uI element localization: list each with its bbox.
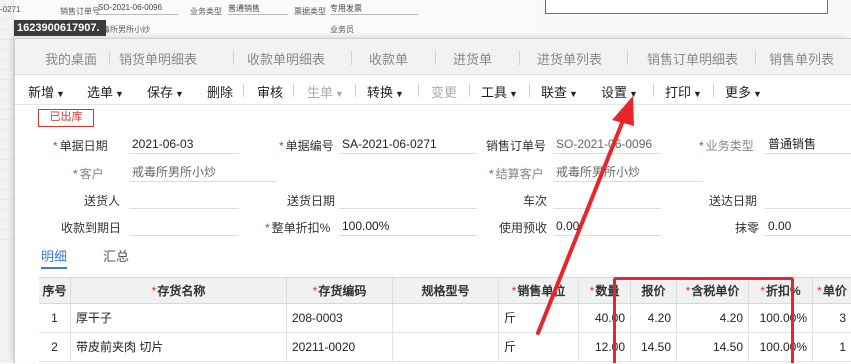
chevron-down-icon: ▼ (753, 89, 762, 99)
vehicle-no-label: 车次 (523, 194, 548, 208)
doc-date-field[interactable]: 2021-06-03 (129, 136, 239, 154)
more-button[interactable]: 更多 ▼ (725, 82, 762, 101)
biz-type-field[interactable]: 普通销售 (765, 136, 851, 154)
chevron-down-icon: ▼ (395, 89, 404, 99)
tools-button[interactable]: 工具 ▼ (481, 82, 518, 101)
discount-field[interactable]: 100.00% (339, 218, 477, 236)
background-invoice-type-label: 票据类型 (294, 7, 326, 16)
delete-button[interactable]: 删除 (207, 82, 233, 101)
page-tabs: 我的桌面 销货单明细表 收款单明细表 收款单 进货单 进货单列表 销售订单明细表… (15, 39, 851, 75)
linked-query-button[interactable]: 联查 ▼ (541, 82, 578, 101)
tab-sales-order-detail[interactable]: 销售订单明细表 (647, 49, 738, 68)
doc-no-label: * 单据编号 (279, 139, 334, 153)
row-spec[interactable] (393, 304, 499, 333)
col-price: *单价 (813, 278, 851, 304)
tab-receipt[interactable]: 收款单 (369, 49, 408, 68)
col-name: *存货名称 (71, 278, 287, 304)
change-button[interactable]: 变更 (431, 82, 457, 101)
row-code[interactable]: 20211-0020 (287, 333, 393, 362)
settle-customer-label: * 结算客户 (489, 167, 544, 181)
payment-due-label: 收款到期日 (61, 221, 122, 235)
tab-my-desktop[interactable]: 我的桌面 (45, 49, 97, 68)
delivery-date-label: 送货日期 (287, 194, 336, 208)
chevron-down-icon: ▼ (629, 89, 638, 99)
background-highlight-box (545, 0, 828, 14)
row-index: 2 (39, 333, 71, 362)
row-price[interactable]: 3 (813, 304, 851, 333)
background-biz-type-value: 普通销售 (228, 3, 288, 15)
prepay-field[interactable]: 0.00 (553, 218, 661, 236)
customer-field[interactable]: 戒毒所男所小炒 (129, 164, 277, 182)
chevron-down-icon: ▼ (509, 89, 518, 99)
new-button[interactable]: 新增 ▼ (28, 82, 65, 101)
chevron-down-icon: ▼ (115, 89, 124, 99)
tab-receipt-detail-report[interactable]: 收款单明细表 (247, 49, 325, 68)
row-name[interactable]: 带皮前夹肉 切片 (71, 333, 287, 362)
chevron-down-icon: ▼ (175, 89, 184, 99)
row-unit[interactable]: 斤 (499, 304, 579, 333)
biz-type-label: * 业务类型 (699, 139, 754, 153)
prepay-label: 使用预收 (499, 221, 548, 235)
tab-purchase[interactable]: 进货单 (453, 49, 492, 68)
generate-button[interactable]: 生单 ▼ (307, 82, 344, 101)
select-button[interactable]: 选单 ▼ (87, 82, 124, 101)
arrival-date-label: 送达日期 (709, 194, 758, 208)
chevron-down-icon: ▼ (693, 89, 702, 99)
vehicle-no-field[interactable] (553, 191, 661, 209)
row-index: 1 (39, 304, 71, 333)
chevron-down-icon: ▼ (335, 89, 344, 99)
audit-button[interactable]: 审核 (257, 82, 283, 101)
row-code[interactable]: 208-0003 (287, 304, 393, 333)
row-unit[interactable]: 斤 (499, 333, 579, 362)
status-badge: 已出库 (38, 109, 94, 127)
payment-due-field[interactable] (129, 218, 239, 236)
rounding-field[interactable]: 0.00 (765, 218, 851, 236)
arrival-date-field[interactable] (765, 191, 851, 209)
tab-summary[interactable]: 汇总 (103, 246, 129, 265)
doc-no-field[interactable]: SA-2021-06-0271 (339, 136, 477, 154)
tab-sales-list[interactable]: 销售单列表 (769, 49, 834, 68)
background-doc-no-snippet: -0271 (0, 5, 21, 14)
background-customer-snippet: 毒所男所小炒 (102, 25, 150, 34)
tab-detail[interactable]: 明细 (41, 246, 68, 269)
rounding-label: 抹零 (735, 221, 760, 235)
save-button[interactable]: 保存 ▼ (147, 82, 184, 101)
sender-label: 送货人 (84, 194, 121, 208)
annotation-highlight-box (613, 277, 794, 363)
toolbar: 新增 ▼ 选单 ▼ 保存 ▼ 删除 审核 生单 ▼ 转换 ▼ 变更 工具 ▼ 联查 ▼ 设置 ▼… (15, 75, 851, 105)
id-tooltip: 1623900617907. (14, 20, 106, 36)
row-name[interactable]: 厚干子 (71, 304, 287, 333)
background-sales-order-label: 销售订单号 (60, 7, 100, 16)
delivery-date-field[interactable] (339, 191, 477, 209)
sender-field[interactable] (129, 191, 239, 209)
col-unit: *销售单位 (499, 278, 579, 304)
col-spec: 规格型号 (393, 278, 499, 304)
settings-button[interactable]: 设置 ▼ (601, 82, 638, 101)
doc-date-label: * 单据日期 (53, 139, 108, 153)
tab-sales-detail-report[interactable]: 销货单明细表 (119, 49, 197, 68)
col-index: 序号 (39, 278, 71, 304)
discount-label: * 整单折扣% (265, 221, 331, 235)
background-left-strip (0, 0, 14, 363)
print-button[interactable]: 打印 ▼ (665, 82, 702, 101)
tab-purchase-list[interactable]: 进货单列表 (537, 49, 602, 68)
row-price[interactable]: 1 (813, 333, 851, 362)
customer-label: * 客户 (73, 167, 104, 181)
sales-order-no-label: 销售订单号 (486, 139, 547, 153)
background-sales-order-value: SO-2021-06-0096 (98, 3, 178, 15)
sales-order-no-field[interactable]: SO-2021-06-0096 (553, 136, 661, 154)
chevron-down-icon: ▼ (56, 89, 65, 99)
chevron-down-icon: ▼ (569, 89, 578, 99)
settle-customer-field[interactable]: 戒毒所男所小炒 (553, 164, 703, 182)
background-invoice-type-value: 专用发票 (330, 3, 418, 15)
col-code: *存货编码 (287, 278, 393, 304)
background-salesperson-label: 业务员 (330, 25, 354, 34)
row-spec[interactable] (393, 333, 499, 362)
background-biz-type-label: 业务类型 (190, 7, 222, 16)
convert-button[interactable]: 转换 ▼ (367, 82, 404, 101)
